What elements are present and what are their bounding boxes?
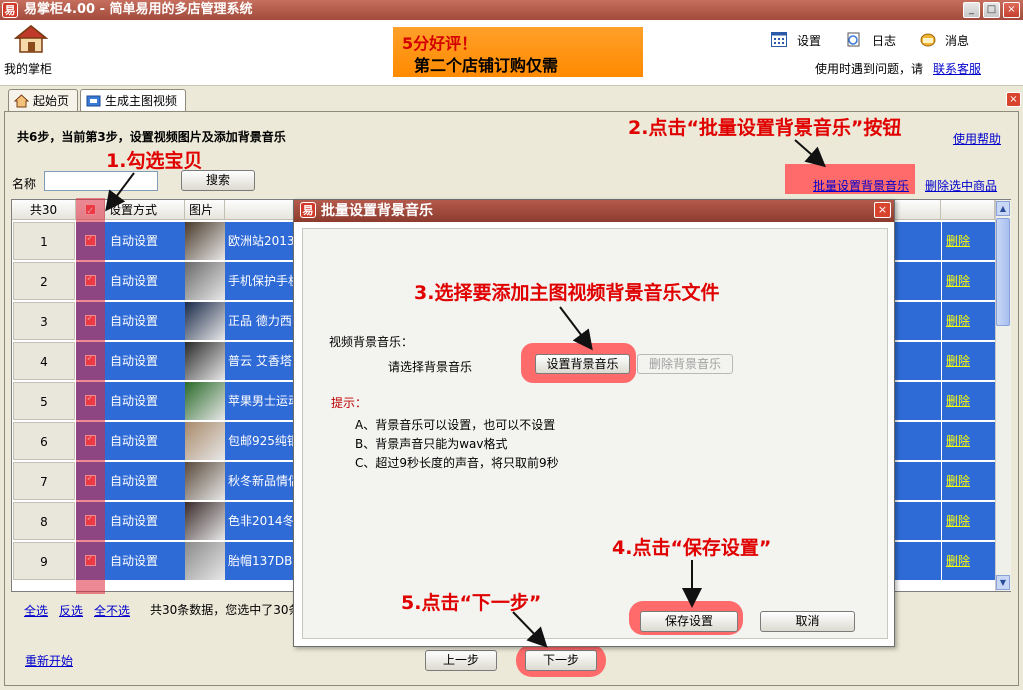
annotation-arrows (105, 139, 827, 648)
arrow-step1 (105, 172, 135, 212)
arrow-step3 (559, 306, 593, 351)
arrow-step5 (512, 611, 548, 648)
arrow-step2 (794, 139, 827, 168)
